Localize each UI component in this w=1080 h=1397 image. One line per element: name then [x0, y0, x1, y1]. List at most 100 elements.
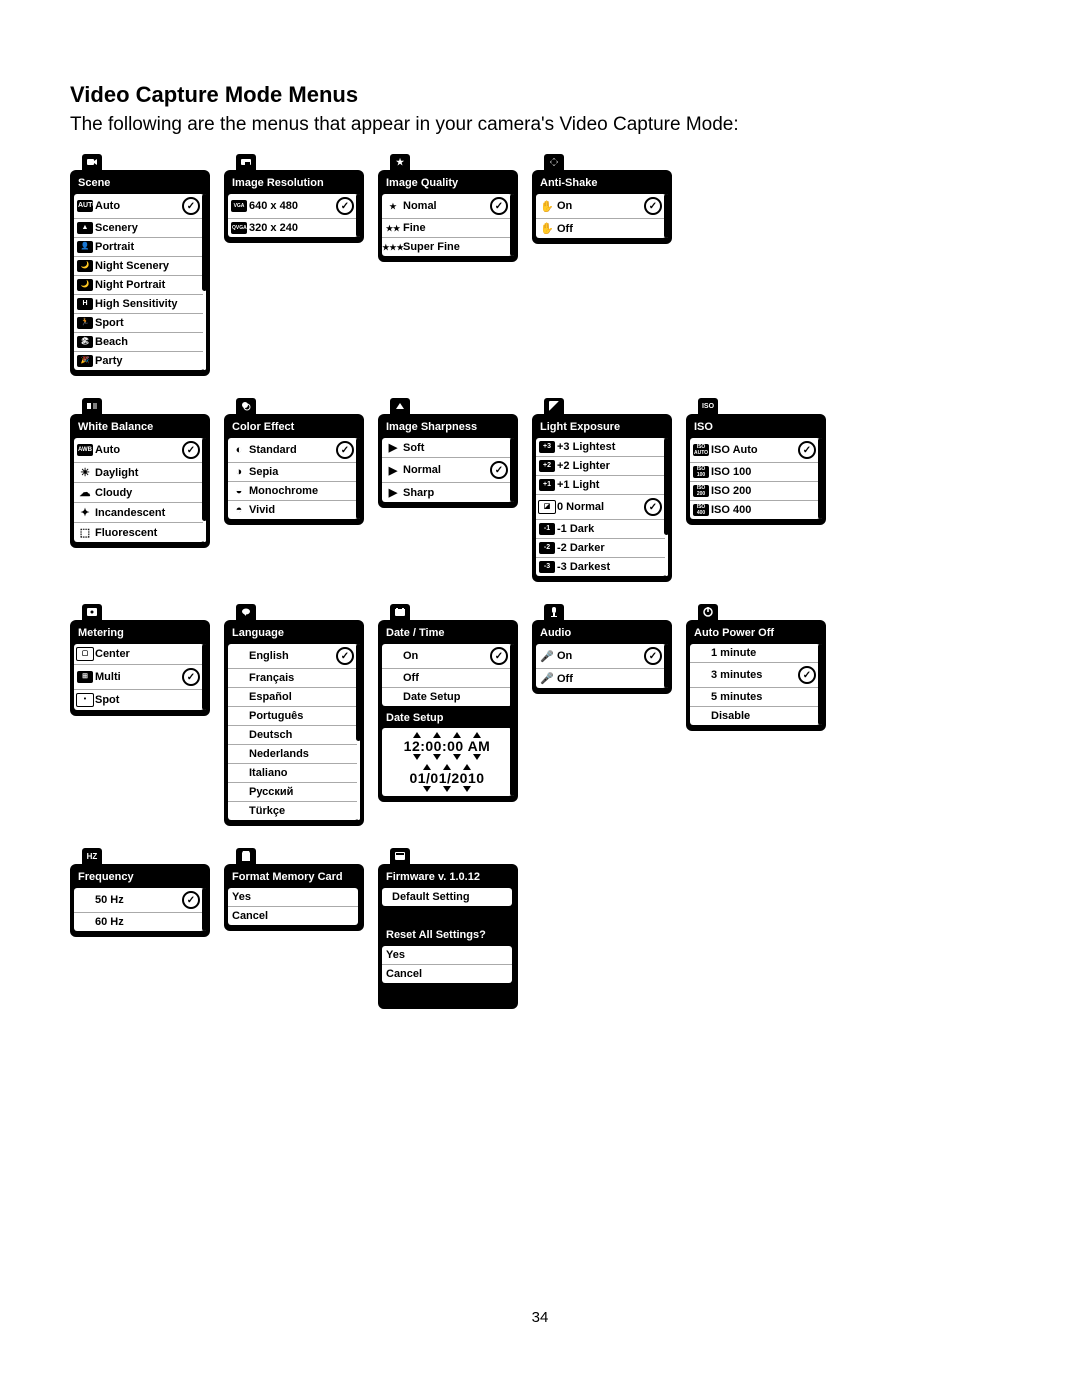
menu-light-exposure: Light Exposure +3+3 Lightest+2+2 Lighter…	[532, 398, 672, 582]
list-item[interactable]: ★★★Super Fine	[382, 238, 512, 256]
item-label: +1 Light	[557, 479, 662, 491]
item-icon: AUTO	[78, 200, 92, 212]
item-label: Italiano	[249, 767, 354, 779]
list-item[interactable]: 🏖Beach	[74, 333, 204, 352]
item-icon: +2	[540, 460, 554, 472]
item-icon: ⊞	[78, 671, 92, 683]
list-item[interactable]: ⬚Fluorescent	[74, 523, 204, 542]
date-setup-panel[interactable]: 12:00:00 AM 01/01/2010	[382, 728, 512, 796]
list-item[interactable]: ◐Standard	[228, 438, 358, 463]
list-item[interactable]: +3+3 Lightest	[536, 438, 666, 457]
list-item[interactable]: ⊞Multi	[74, 665, 204, 690]
list-item[interactable]: ◓Vivid	[228, 501, 358, 519]
list-item[interactable]: 1 minute	[690, 644, 820, 663]
list-item[interactable]: Off	[382, 669, 512, 688]
item-label: Scenery	[95, 222, 200, 234]
list-item[interactable]: Deutsch	[228, 726, 358, 745]
list-item[interactable]: ★★Fine	[382, 219, 512, 238]
menu-title: Audio	[536, 624, 666, 644]
list-item[interactable]: Italiano	[228, 764, 358, 783]
list-item[interactable]: ISO400ISO 400	[690, 501, 820, 519]
item-label: -1 Dark	[557, 523, 662, 535]
item-label: Русский	[249, 786, 354, 798]
list-item[interactable]: Русский	[228, 783, 358, 802]
list-item[interactable]: ▶Normal	[382, 458, 512, 483]
list-item[interactable]: AWBAuto	[74, 438, 204, 463]
item-label: Sharp	[403, 487, 508, 499]
list-item[interactable]: HHigh Sensitivity	[74, 295, 204, 314]
power-icon	[698, 604, 718, 620]
list-item[interactable]: ▢Center	[74, 644, 204, 665]
list-item[interactable]: ◪0 Normal	[536, 495, 666, 520]
list-item[interactable]: ISO100ISO 100	[690, 463, 820, 482]
list-item[interactable]: ◒Monochrome	[228, 482, 358, 501]
list-item[interactable]: 🎉Party	[74, 352, 204, 370]
list-item[interactable]: ✋Off	[536, 219, 666, 238]
item-label: 60 Hz	[95, 916, 200, 928]
list-item[interactable]: -3-3 Darkest	[536, 558, 666, 576]
list-item[interactable]: 5 minutes	[690, 688, 820, 707]
menu-title: Firmware v. 1.0.12	[382, 868, 512, 888]
item-label: ISO Auto	[711, 444, 798, 456]
list-item[interactable]: Default Setting	[382, 888, 512, 906]
list-item[interactable]: ◑Sepia	[228, 463, 358, 482]
menu-firmware: Firmware v. 1.0.12 Default Setting Reset…	[378, 848, 518, 1009]
list-item[interactable]: Cancel	[382, 965, 512, 983]
list-item[interactable]: -1-1 Dark	[536, 520, 666, 539]
list-item[interactable]: +2+2 Lighter	[536, 457, 666, 476]
list-item[interactable]: ISO200ISO 200	[690, 482, 820, 501]
list-item[interactable]: Türkçe	[228, 802, 358, 820]
list-item[interactable]: Español	[228, 688, 358, 707]
item-icon: +3	[540, 441, 554, 453]
check-icon	[644, 647, 662, 665]
list-item[interactable]: ▶Soft	[382, 438, 512, 458]
item-label: Center	[95, 648, 200, 660]
list-item[interactable]: 👤Portrait	[74, 238, 204, 257]
list-item[interactable]: 🏃Sport	[74, 314, 204, 333]
list-item[interactable]: -2-2 Darker	[536, 539, 666, 558]
list-item[interactable]: 🎤On	[536, 644, 666, 669]
item-label: Spot	[95, 694, 200, 706]
list-item[interactable]: 60 Hz	[74, 913, 204, 931]
list-item[interactable]: •Spot	[74, 690, 204, 710]
list-item[interactable]: 🌙Night Scenery	[74, 257, 204, 276]
list-item[interactable]: ☀Daylight	[74, 463, 204, 483]
list-item[interactable]: ✦Incandescent	[74, 503, 204, 523]
menu-format: Format Memory Card YesCancel	[224, 848, 364, 931]
list-item[interactable]: 3 minutes	[690, 663, 820, 688]
list-item[interactable]: Français	[228, 669, 358, 688]
menu-audio: Audio 🎤On🎤Off	[532, 604, 672, 694]
list-item[interactable]: ☁Cloudy	[74, 483, 204, 503]
list-item[interactable]: AUTOAuto	[74, 194, 204, 219]
item-label: Off	[557, 223, 662, 235]
list-item[interactable]: Yes	[382, 946, 512, 965]
date-down-arrows[interactable]	[384, 786, 510, 792]
list-item[interactable]: Yes	[228, 888, 358, 907]
menu-white-balance: White Balance AWBAuto☀Daylight☁Cloudy✦In…	[70, 398, 210, 548]
list-item[interactable]: +1+1 Light	[536, 476, 666, 495]
item-label: 5 minutes	[711, 691, 816, 703]
list-item[interactable]: Disable	[690, 707, 820, 725]
list-item[interactable]: VGA640 x 480	[228, 194, 358, 219]
list-item[interactable]: ▲Scenery	[74, 219, 204, 238]
list-item[interactable]: 🌙Night Portrait	[74, 276, 204, 295]
date-value: 01/01/2010	[384, 770, 510, 786]
list-item[interactable]: 🎤Off	[536, 669, 666, 688]
item-label: Auto	[95, 200, 182, 212]
list-item[interactable]: Date Setup	[382, 688, 512, 706]
item-label: Night Scenery	[95, 260, 200, 272]
list-item[interactable]: ★Nomal	[382, 194, 512, 219]
list-item[interactable]: On	[382, 644, 512, 669]
list-item[interactable]: 50 Hz	[74, 888, 204, 913]
list-item[interactable]: Cancel	[228, 907, 358, 925]
check-icon	[336, 441, 354, 459]
item-icon: ▶	[386, 464, 400, 477]
list-item[interactable]: ISOAUTOISO Auto	[690, 438, 820, 463]
list-item[interactable]: Nederlands	[228, 745, 358, 764]
list-item[interactable]: Português	[228, 707, 358, 726]
item-label: 3 minutes	[711, 669, 798, 681]
list-item[interactable]: QVGA320 x 240	[228, 219, 358, 237]
list-item[interactable]: ✋On	[536, 194, 666, 219]
list-item[interactable]: ▶Sharp	[382, 483, 512, 502]
list-item[interactable]: English	[228, 644, 358, 669]
